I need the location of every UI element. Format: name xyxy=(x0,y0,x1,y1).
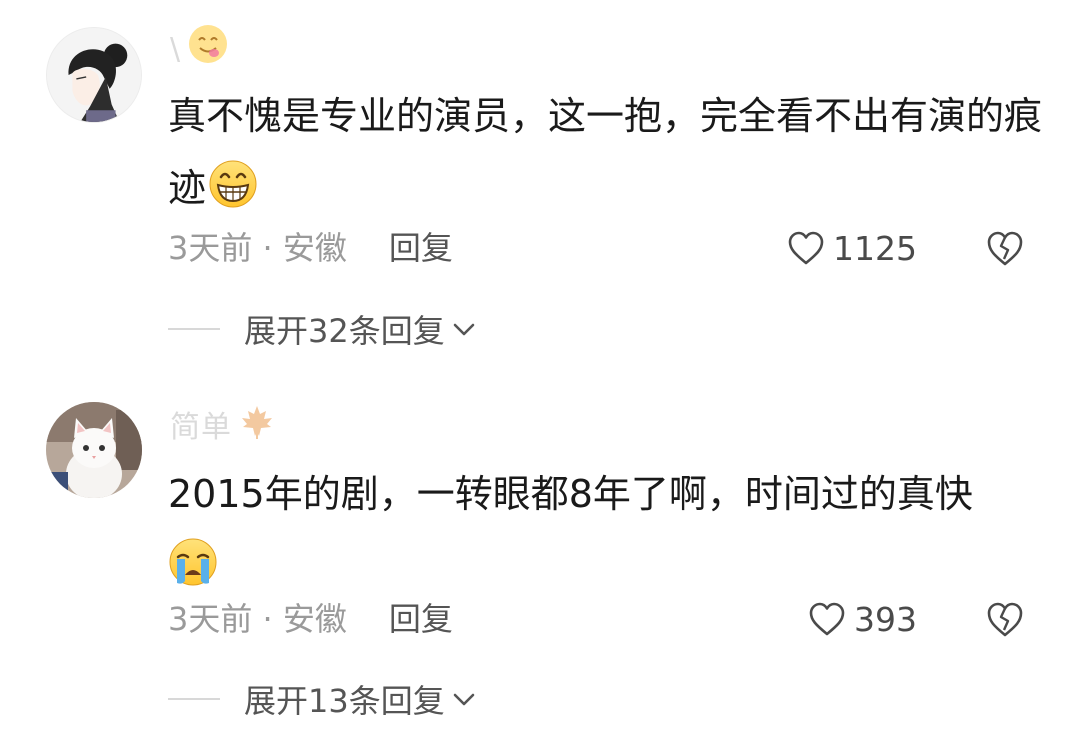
broken-heart-icon xyxy=(987,602,1023,637)
meta-separator: · xyxy=(252,229,283,267)
comment-location: 安徽 xyxy=(282,229,347,267)
comment-time: 3天前 xyxy=(168,229,253,267)
divider-line xyxy=(168,328,220,330)
dislike-button[interactable] xyxy=(985,599,1025,639)
avatar[interactable] xyxy=(46,402,142,498)
dislike-button[interactable] xyxy=(985,228,1025,268)
heart-icon xyxy=(809,602,845,636)
comment-text: 真不愧是专业的演员，这一抱，完全看不出有演的痕迹 xyxy=(168,80,1048,224)
chevron-down-icon xyxy=(453,693,475,706)
comment-item: \ 真不愧是专业的演员，这一抱，完全看不出有演的痕迹 3天前 · 安徽 回复 1… xyxy=(0,0,1079,370)
maple-leaf-icon xyxy=(238,403,276,454)
comment-item: 简单 2015年的剧，一转眼都8年了啊，时间过的真快 3天前 · 安徽 回复 3… xyxy=(0,370,1079,735)
username[interactable]: 简单 xyxy=(170,405,276,450)
expand-replies-label: 展开32条回复 xyxy=(244,312,445,350)
divider-line xyxy=(168,698,220,700)
reply-button[interactable]: 回复 xyxy=(389,229,453,267)
comment-meta: 3天前 · 安徽 回复 xyxy=(168,596,453,642)
grin-emoji-icon xyxy=(208,159,258,209)
comment-meta: 3天前 · 安徽 回复 xyxy=(168,225,453,271)
yum-emoji-icon xyxy=(187,23,229,78)
like-button[interactable]: 393 xyxy=(808,596,917,642)
meta-separator: · xyxy=(252,600,283,638)
reply-button[interactable]: 回复 xyxy=(389,600,453,638)
comment-text: 2015年的剧，一转眼都8年了啊，时间过的真快 xyxy=(168,458,1048,602)
like-button[interactable]: 1125 xyxy=(787,225,917,271)
like-count: 1125 xyxy=(833,228,917,268)
chevron-down-icon xyxy=(453,323,475,336)
comment-text-body: 2015年的剧，一转眼都8年了啊，时间过的真快 xyxy=(168,472,973,516)
heart-icon xyxy=(788,231,824,265)
avatar[interactable] xyxy=(46,27,142,123)
expand-replies-label: 展开13条回复 xyxy=(244,682,445,720)
username-text: 简单 xyxy=(170,410,232,445)
expand-replies-button[interactable]: 展开13条回复 xyxy=(168,676,477,722)
username-text: \ xyxy=(170,32,182,67)
broken-heart-icon xyxy=(987,231,1023,266)
crying-emoji-icon xyxy=(168,537,218,587)
like-count: 393 xyxy=(854,599,917,639)
comment-text-body: 真不愧是专业的演员，这一抱，完全看不出有演的痕迹 xyxy=(168,94,1043,210)
comment-location: 安徽 xyxy=(282,600,347,638)
comment-time: 3天前 xyxy=(168,600,253,638)
expand-replies-button[interactable]: 展开32条回复 xyxy=(168,306,477,352)
username[interactable]: \ xyxy=(170,24,229,72)
